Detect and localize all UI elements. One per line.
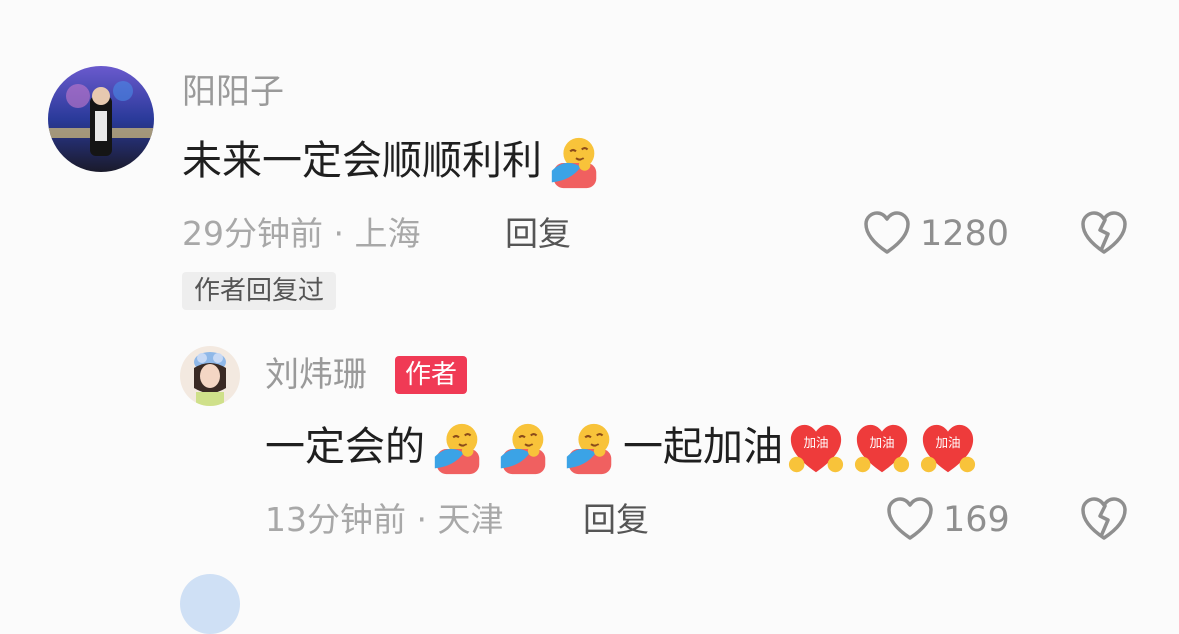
comment-location: 上海	[354, 214, 421, 253]
hug-emoji	[495, 420, 553, 478]
jiayou-label: 加油	[935, 435, 960, 450]
comment-meta: 29分钟前 · 上海	[182, 214, 421, 254]
like-button[interactable]	[886, 496, 934, 542]
dislike-button[interactable]	[1080, 496, 1128, 542]
comment-username[interactable]: 阳阳子	[182, 72, 284, 112]
comment-text-body: 未来一定会顺顺利利	[182, 138, 542, 184]
jiayou-heart-emoji: 加油	[919, 420, 977, 478]
hug-emoji	[546, 134, 604, 192]
meta-separator: ·	[333, 214, 345, 253]
jiayou-label: 加油	[869, 435, 894, 450]
hug-emoji	[561, 420, 619, 478]
broken-heart-icon	[1081, 497, 1127, 540]
avatar[interactable]	[180, 346, 240, 406]
reply-text-part2: 一起加油	[623, 424, 783, 470]
reply-button[interactable]: 回复	[583, 500, 649, 540]
reply-text: 一定会的 一起加油 加油 加油 加油	[265, 420, 981, 478]
jiayou-heart-emoji: 加油	[853, 420, 911, 478]
like-button[interactable]	[863, 210, 911, 256]
reply-meta: 13分钟前 · 天津	[265, 500, 504, 540]
comment-time: 29分钟前	[182, 214, 323, 253]
heart-icon	[887, 497, 933, 540]
comment-text: 未来一定会顺顺利利	[182, 134, 608, 192]
hug-emoji	[429, 420, 487, 478]
reply-text-part1: 一定会的	[265, 424, 425, 470]
reply-username[interactable]: 刘炜珊	[265, 355, 367, 395]
like-count: 169	[943, 500, 1010, 540]
jiayou-label: 加油	[803, 435, 828, 450]
broken-heart-icon	[1081, 211, 1127, 254]
avatar[interactable]	[180, 574, 240, 634]
avatar[interactable]	[48, 66, 154, 172]
jiayou-heart-emoji: 加油	[787, 420, 845, 478]
meta-separator: ·	[416, 500, 428, 539]
dislike-button[interactable]	[1080, 210, 1128, 256]
reply-location: 天津	[437, 500, 504, 539]
author-badge: 作者	[395, 356, 468, 394]
heart-icon	[864, 211, 910, 254]
author-replied-chip: 作者回复过	[182, 272, 337, 310]
like-count: 1280	[920, 214, 1010, 254]
reply-time: 13分钟前	[265, 500, 406, 539]
reply-button[interactable]: 回复	[505, 214, 571, 254]
